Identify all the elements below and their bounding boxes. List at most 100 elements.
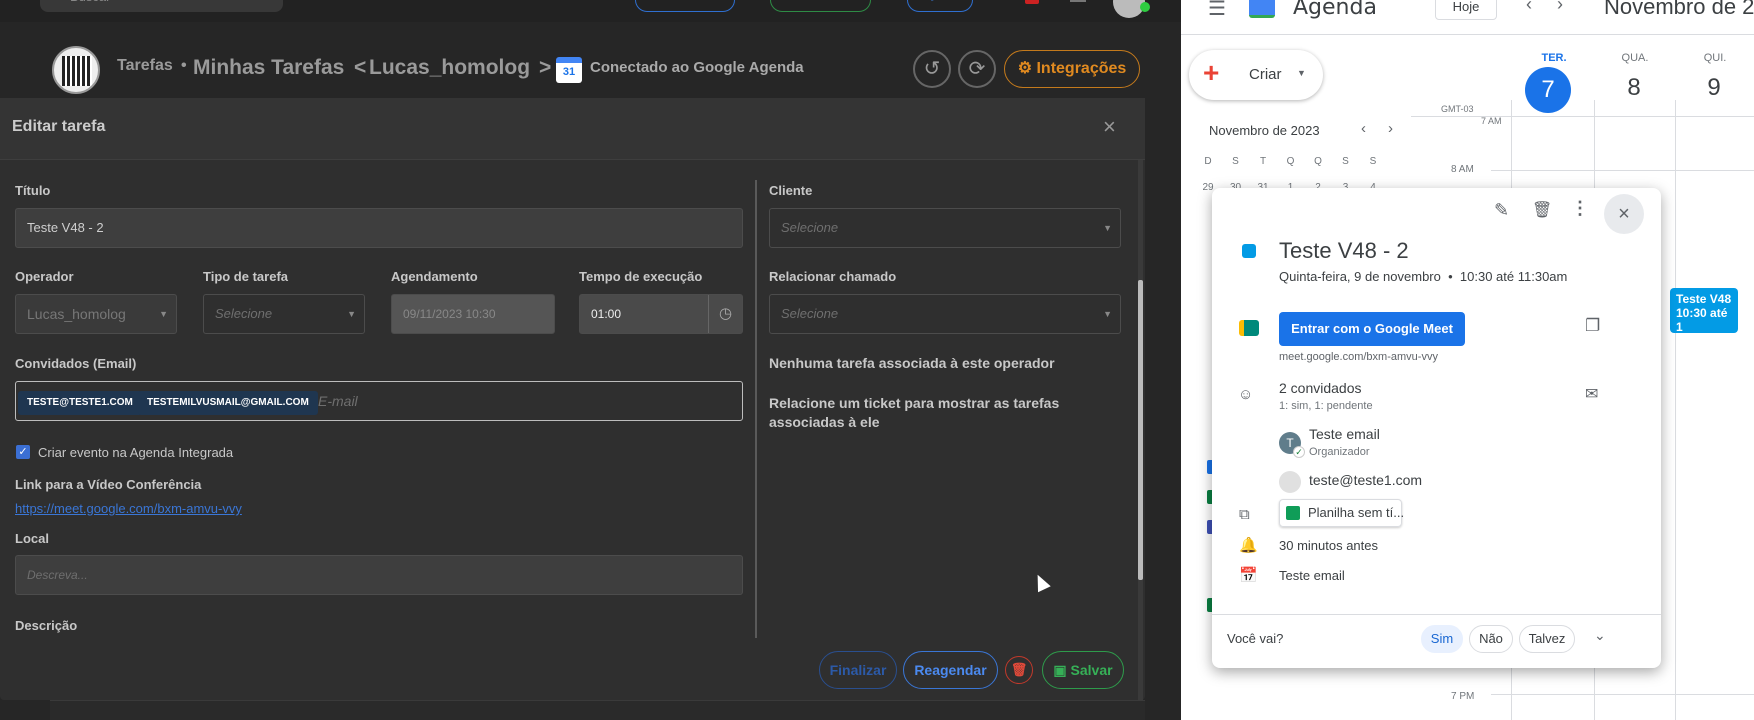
new-task-button[interactable]: Nova tarefa bbox=[770, 0, 871, 12]
delete-button[interactable]: 🗑 bbox=[1005, 656, 1033, 684]
create-event-label: Criar evento na Agenda Integrada bbox=[38, 445, 234, 460]
modal-header: Editar tarefa × bbox=[0, 98, 1145, 160]
google-calendar: ☰ Agenda Hoje ‹ › Novembro de 2 + Criar … bbox=[1181, 0, 1754, 720]
relate-ticket-placeholder: Selecione bbox=[781, 306, 839, 321]
title-label: Título bbox=[15, 183, 51, 198]
breadcrumb-user[interactable]: Lucas_homolog bbox=[369, 56, 530, 80]
guest-chip[interactable]: TESTEMILVUSMAIL@GMAIL.COM bbox=[138, 391, 318, 415]
mini-prev-icon[interactable]: ‹ bbox=[1361, 120, 1366, 137]
event-dot: • bbox=[1448, 269, 1453, 284]
video-conf-link[interactable]: https://meet.google.com/bxm-amvu-vvy bbox=[15, 501, 242, 516]
rsvp-yes-button[interactable]: Sim bbox=[1421, 625, 1463, 653]
next-week-icon[interactable]: › bbox=[1557, 0, 1563, 15]
event-chip-title: Teste V48 bbox=[1676, 292, 1732, 306]
mini-next-icon[interactable]: › bbox=[1388, 120, 1393, 137]
day-header-tue: TER. bbox=[1541, 52, 1567, 64]
event-title: Teste V48 - 2 bbox=[1279, 238, 1409, 263]
day-number[interactable]: 8 bbox=[1611, 74, 1657, 102]
day-header-thu: QUI. bbox=[1703, 52, 1727, 64]
operator-label: Operador bbox=[15, 269, 74, 284]
day-number[interactable]: 9 bbox=[1691, 74, 1737, 102]
exec-time-input[interactable]: 01:00 ◷ bbox=[579, 294, 743, 334]
finalize-button[interactable]: Finalizar bbox=[819, 651, 897, 689]
guest-email: teste@teste1.com bbox=[1309, 472, 1423, 488]
guest-chip[interactable]: TESTE@TESTE1.COM bbox=[18, 391, 142, 415]
title-input[interactable]: Teste V48 - 2 bbox=[15, 208, 743, 248]
mini-weekday-letter: D bbox=[1204, 156, 1212, 167]
search-input[interactable]: Buscar bbox=[40, 0, 283, 12]
reminder-text: 30 minutos antes bbox=[1279, 538, 1379, 553]
more-options-icon[interactable]: ⋮ bbox=[1571, 198, 1589, 219]
hour-line bbox=[1491, 694, 1754, 695]
edit-icon[interactable]: ✎ bbox=[1494, 200, 1509, 221]
integrations-label: Integrações bbox=[1036, 60, 1127, 77]
guest-avatar-placeholder bbox=[1279, 471, 1301, 493]
save-button[interactable]: ▣ Salvar bbox=[1042, 651, 1124, 689]
refresh-button[interactable]: ⟳ bbox=[958, 50, 996, 88]
guests-email-input[interactable]: TESTE@TESTE1.COM TESTEMILVUSMAIL@GMAIL.C… bbox=[15, 381, 743, 421]
reschedule-button[interactable]: Reagendar bbox=[903, 651, 998, 689]
client-select[interactable]: Selecione ▼ bbox=[769, 208, 1121, 248]
attachment-chip[interactable]: Planilha sem tí... bbox=[1279, 499, 1404, 527]
rsvp-no-button[interactable]: Não bbox=[1469, 625, 1513, 653]
event-time: 10:30 até 11:30am bbox=[1459, 269, 1568, 284]
task-type-label: Tipo de tarefa bbox=[203, 269, 289, 284]
task-type-select[interactable]: Selecione ▼ bbox=[203, 294, 365, 334]
profile-qr-avatar bbox=[52, 46, 100, 94]
help-button[interactable]: Ajuda bbox=[907, 0, 974, 12]
copy-icon[interactable]: ❐ bbox=[1585, 316, 1600, 336]
modal-scrollbar[interactable] bbox=[1138, 160, 1143, 700]
google-calendar-icon: 31 bbox=[556, 57, 582, 83]
close-icon[interactable]: × bbox=[1604, 194, 1644, 234]
delete-icon[interactable]: 🗑 bbox=[1532, 200, 1552, 220]
new-ticket-button[interactable]: Novo ticket bbox=[635, 0, 736, 12]
clock-icon[interactable]: ◷ bbox=[708, 295, 742, 333]
chevron-down-icon: ▼ bbox=[347, 309, 356, 319]
accepted-check-icon: ✓ bbox=[1293, 446, 1305, 458]
refresh-icon: ⟳ bbox=[968, 58, 986, 80]
breadcrumb-minhas-tarefas[interactable]: Minhas Tarefas bbox=[193, 56, 344, 80]
month-title: Novembro de 2 bbox=[1604, 0, 1754, 19]
schedule-input[interactable]: 09/11/2023 10:30 bbox=[391, 294, 555, 334]
gear-icon: ⚙ bbox=[1017, 60, 1033, 77]
monitor-icon[interactable] bbox=[1070, 0, 1086, 2]
scrollbar-thumb[interactable] bbox=[1138, 280, 1143, 580]
relate-ticket-select[interactable]: Selecione ▼ bbox=[769, 294, 1121, 334]
app-title: Agenda bbox=[1293, 0, 1377, 20]
event-chip[interactable]: Teste V48 10:30 até 1 bbox=[1670, 288, 1738, 334]
integrations-button[interactable]: ⚙ Integrações bbox=[1004, 50, 1140, 88]
video-conf-label: Link para a Vídeo Conferência bbox=[15, 477, 202, 492]
plus-icon: + bbox=[1203, 57, 1220, 88]
event-color-swatch bbox=[1242, 244, 1256, 258]
meet-link[interactable]: meet.google.com/bxm-amvu-vvy bbox=[1279, 351, 1438, 363]
location-input[interactable]: Descreva... bbox=[15, 555, 743, 595]
rsvp-maybe-button[interactable]: Talvez bbox=[1519, 625, 1575, 653]
email-guests-icon[interactable]: ✉ bbox=[1585, 384, 1598, 404]
breadcrumb-separator: • bbox=[181, 57, 187, 74]
create-event-checkbox[interactable]: ✓ bbox=[16, 445, 30, 459]
prev-week-icon[interactable]: ‹ bbox=[1526, 0, 1532, 15]
breadcrumb-tarefas[interactable]: Tarefas bbox=[117, 57, 173, 75]
join-meet-button[interactable]: Entrar com o Google Meet bbox=[1279, 312, 1465, 346]
calendar-icon: 📅 bbox=[1239, 567, 1258, 584]
create-button[interactable]: + Criar ▼ bbox=[1189, 50, 1323, 100]
chevron-down-icon[interactable]: ⌄ bbox=[1594, 627, 1606, 644]
calendar-owner: Teste email bbox=[1279, 568, 1345, 583]
top-bar: Buscar Novo ticket Nova tarefa Ajuda bbox=[0, 0, 1181, 22]
operator-select[interactable]: Lucas_homolog ▼ bbox=[15, 294, 177, 334]
menu-icon[interactable]: ☰ bbox=[1208, 0, 1226, 21]
today-button[interactable]: Hoje bbox=[1435, 0, 1497, 20]
mini-weekday-letter: Q bbox=[1286, 156, 1295, 167]
history-button[interactable]: ↺ bbox=[913, 50, 951, 88]
operator-value: Lucas_homolog bbox=[27, 306, 126, 322]
mini-weekday-letter: Q bbox=[1314, 156, 1322, 167]
alert-icon[interactable] bbox=[1025, 0, 1039, 4]
event-chip-time: 10:30 até 1 bbox=[1676, 306, 1728, 334]
client-placeholder: Selecione bbox=[781, 220, 839, 235]
modal-close-icon[interactable]: × bbox=[1103, 114, 1116, 140]
chevron-down-icon: ▼ bbox=[1103, 223, 1112, 233]
description-label: Descrição bbox=[15, 618, 78, 633]
day-number-today[interactable]: 7 bbox=[1525, 67, 1571, 113]
time-label: 7 AM bbox=[1481, 116, 1502, 126]
guests-label: Convidados (Email) bbox=[15, 356, 137, 371]
